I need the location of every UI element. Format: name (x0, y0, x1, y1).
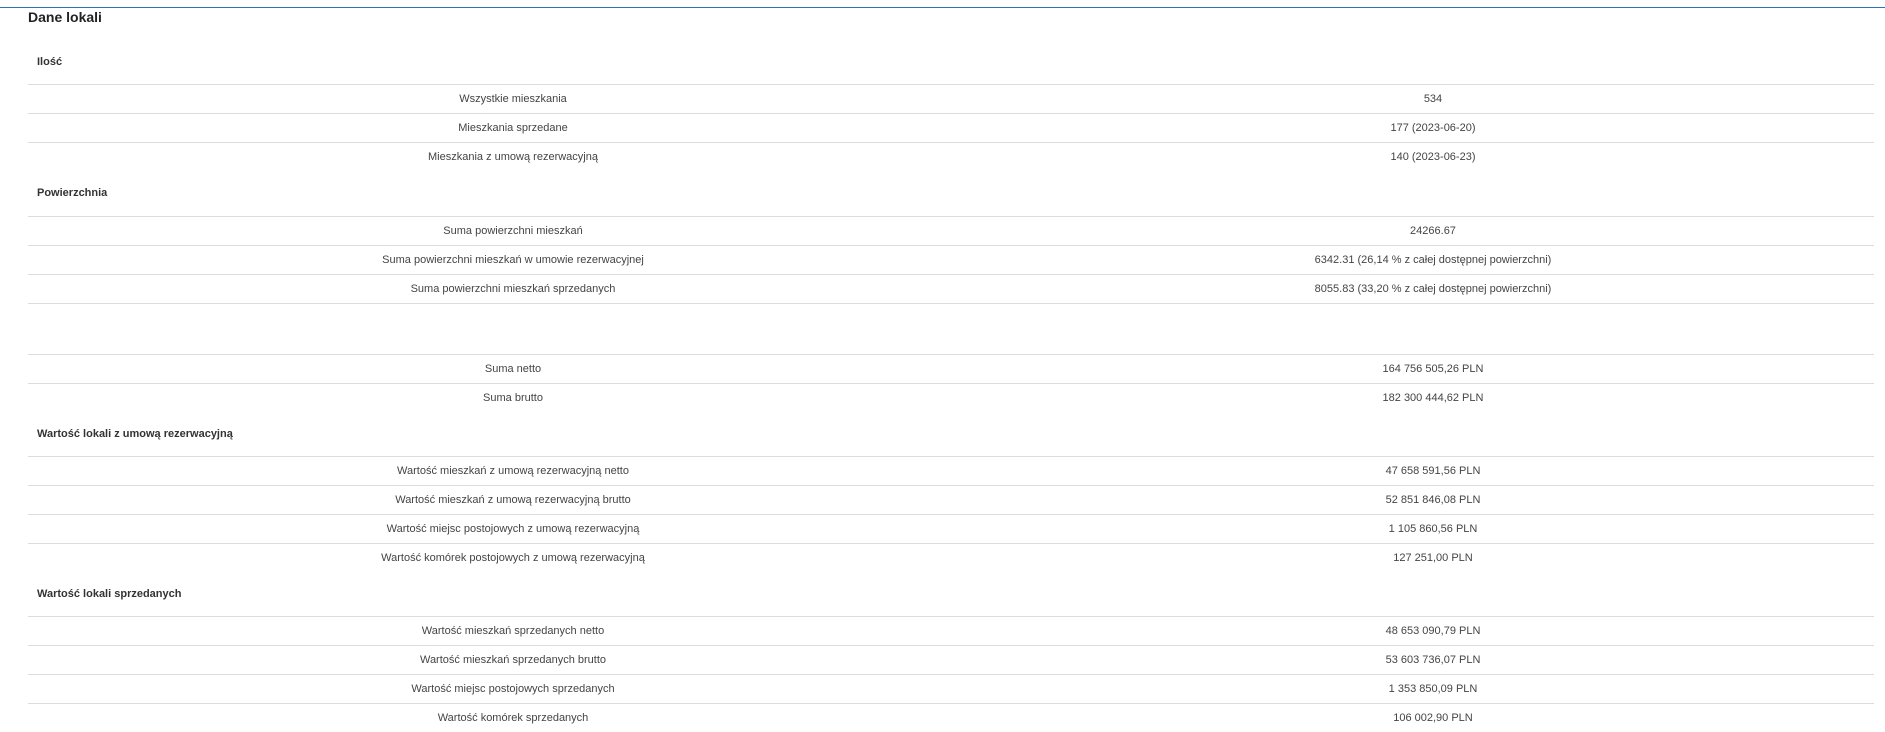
row-label: Mieszkania sprzedane (458, 122, 568, 134)
row-label: Wartość miejsc postojowych z umową rezer… (386, 523, 640, 535)
row-divider (28, 245, 1874, 246)
row-label: Wartość miejsc postojowych sprzedanych (411, 683, 615, 695)
section-title-ilosc: Ilość (37, 56, 63, 68)
row-divider (28, 543, 1874, 544)
row-value: 52 851 846,08 PLN (1385, 494, 1481, 506)
row-value: 8055.83 (33,20 % z całej dostępnej powie… (1314, 283, 1552, 295)
row-value: 53 603 736,07 PLN (1385, 654, 1481, 666)
row-label: Suma powierzchni mieszkań sprzedanych (410, 283, 616, 295)
row-value: 164 756 505,26 PLN (1382, 363, 1484, 375)
row-label: Mieszkania z umową rezerwacyjną (428, 151, 598, 163)
row-divider (28, 645, 1874, 646)
row-label: Wartość komórek sprzedanych (437, 712, 589, 724)
row-label: Suma netto (484, 363, 542, 375)
row-value: 1 353 850,09 PLN (1388, 683, 1478, 695)
row-label: Wartość mieszkań z umową rezerwacyjną br… (395, 494, 631, 506)
page-title: Dane lokali (28, 9, 102, 25)
row-divider (28, 616, 1874, 617)
row-value: 534 (1423, 93, 1443, 105)
row-label: Suma powierzchni mieszkań (443, 225, 583, 237)
row-value: 48 653 090,79 PLN (1385, 625, 1481, 637)
row-divider (28, 84, 1874, 85)
row-divider (28, 216, 1874, 217)
row-divider (28, 142, 1874, 143)
row-value: 127 251,00 PLN (1393, 552, 1473, 564)
row-value: 182 300 444,62 PLN (1382, 392, 1484, 404)
row-divider (28, 383, 1874, 384)
row-divider (28, 703, 1874, 704)
row-label: Wszystkie mieszkania (459, 93, 567, 105)
row-label: Suma powierzchni mieszkań w umowie rezer… (382, 254, 644, 266)
row-label: Wartość mieszkań sprzedanych brutto (419, 654, 607, 666)
row-value: 6342.31 (26,14 % z całej dostępnej powie… (1314, 254, 1552, 266)
row-divider (28, 456, 1874, 457)
row-divider (28, 674, 1874, 675)
row-divider (28, 303, 1874, 304)
row-label: Wartość mieszkań z umową rezerwacyjną ne… (397, 465, 629, 477)
row-divider (28, 274, 1874, 275)
row-value: 1 105 860,56 PLN (1388, 523, 1478, 535)
row-divider (28, 485, 1874, 486)
top-accent-rule (0, 7, 1885, 8)
row-value: 24266.67 (1410, 225, 1456, 237)
section-title-sold-value: Wartość lokali sprzedanych (37, 588, 182, 600)
row-value: 177 (2023-06-20) (1390, 122, 1476, 134)
section-title-reservation-value: Wartość lokali z umową rezerwacyjną (37, 428, 233, 440)
row-value: 47 658 591,56 PLN (1385, 465, 1481, 477)
section-title-powierzchnia: Powierzchnia (37, 187, 108, 199)
row-label: Wartość mieszkań sprzedanych netto (421, 625, 605, 637)
row-divider (28, 113, 1874, 114)
row-value: 140 (2023-06-23) (1390, 151, 1476, 163)
row-divider (28, 514, 1874, 515)
row-value: 106 002,90 PLN (1393, 712, 1473, 724)
row-label: Wartość komórek postojowych z umową reze… (381, 552, 645, 564)
row-divider (28, 354, 1874, 355)
row-label: Suma brutto (483, 392, 543, 404)
